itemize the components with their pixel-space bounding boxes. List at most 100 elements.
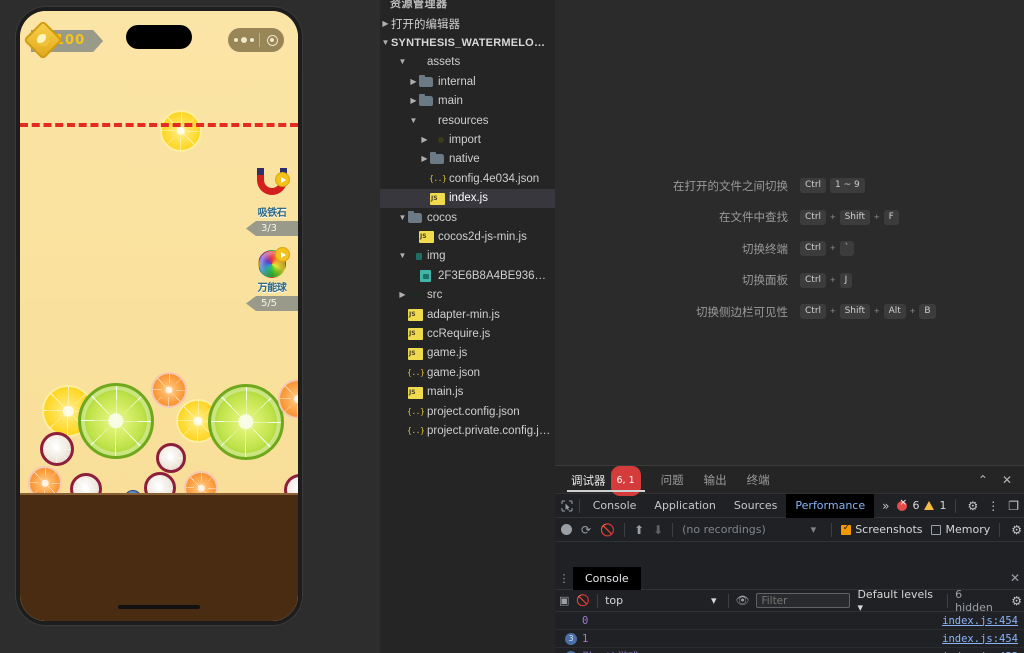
key-cap: Ctrl bbox=[800, 210, 826, 225]
console-message-row[interactable]: 0index.js:454 bbox=[555, 612, 1024, 630]
tree-item-config-4e034-json[interactable]: config.4e034.json bbox=[380, 169, 555, 188]
powerup-rainbow-ball[interactable]: 万能球 5/5 bbox=[246, 250, 298, 311]
record-button[interactable] bbox=[561, 524, 572, 535]
kebab-menu-icon[interactable]: ⋮ bbox=[985, 499, 1001, 513]
execution-context-select[interactable]: top ▾ bbox=[605, 594, 720, 607]
console-message-row[interactable]: 3引math游戏index.js:455 bbox=[555, 648, 1024, 653]
panel-tab-debugger[interactable]: 调试器6, 1 bbox=[561, 466, 651, 494]
console-filter-input[interactable] bbox=[756, 593, 850, 608]
key-cap: Shift bbox=[840, 210, 870, 225]
tree-item-img[interactable]: ▼img bbox=[380, 247, 555, 266]
tree-item-2f3e6b8a4be936870[interactable]: 2F3E6B8A4BE936870... bbox=[380, 266, 555, 285]
tree-item-assets[interactable]: ▼assets bbox=[380, 53, 555, 72]
more-tabs-icon[interactable]: » bbox=[874, 499, 897, 513]
checkbox-box bbox=[931, 525, 941, 535]
tab-performance[interactable]: Performance bbox=[786, 494, 874, 518]
console-sidebar-icon[interactable]: ▣ bbox=[559, 595, 569, 606]
devtools-panel: 调试器6, 1 问题 输出 终端 ⌃ ✕ Console Application… bbox=[555, 465, 1024, 653]
tab-application[interactable]: Application bbox=[645, 494, 724, 518]
explorer-header: 资源管理器 bbox=[380, 0, 555, 11]
img-icon bbox=[419, 269, 434, 283]
toolbar-divider bbox=[579, 499, 580, 513]
json-icon bbox=[408, 366, 423, 380]
tree-item-label: src bbox=[427, 289, 442, 301]
dock-icon[interactable]: ❐ bbox=[1006, 499, 1021, 513]
reload-and-record-icon[interactable]: ⟳ bbox=[581, 524, 591, 536]
powerup-rainbow-label: 万能球 bbox=[246, 279, 298, 294]
tree-item-import[interactable]: ▶import bbox=[380, 130, 555, 149]
key-cap: Ctrl bbox=[800, 304, 826, 319]
tree-item-game-js[interactable]: game.js bbox=[380, 344, 555, 363]
key-joiner: + bbox=[874, 212, 880, 223]
tab-console[interactable]: Console bbox=[584, 494, 646, 518]
js-icon bbox=[408, 328, 423, 340]
live-expression-icon[interactable]: 👁 bbox=[735, 595, 749, 606]
drawer-tab-console[interactable]: Console bbox=[573, 567, 641, 590]
panel-tab-terminal[interactable]: 终端 bbox=[737, 466, 780, 494]
toolbar-divider bbox=[947, 594, 948, 608]
tree-item-main[interactable]: ▶main bbox=[380, 92, 555, 111]
clear-icon[interactable]: 🚫 bbox=[600, 524, 615, 536]
tree-item-src[interactable]: ▶</>src bbox=[380, 285, 555, 304]
warning-count[interactable]: 1 bbox=[939, 499, 946, 512]
tree-item-project-config-json[interactable]: project.config.json bbox=[380, 402, 555, 421]
capsule-divider bbox=[259, 33, 260, 47]
panel-tab-output[interactable]: 输出 bbox=[694, 466, 737, 494]
error-count[interactable]: 6 bbox=[912, 499, 919, 512]
game-menu-capsule[interactable] bbox=[228, 28, 284, 52]
shortcut-row: 在文件中查找Ctrl+Shift+F bbox=[555, 202, 1024, 234]
more-dots-icon[interactable] bbox=[228, 37, 259, 43]
tree-item-resources[interactable]: ▼resources bbox=[380, 111, 555, 130]
tree-item-label: game.js bbox=[427, 347, 467, 359]
fruit-mango bbox=[156, 443, 186, 473]
gear-icon[interactable]: ⚙ bbox=[965, 499, 980, 513]
console-settings-icon[interactable]: ⚙ bbox=[1009, 594, 1024, 608]
toolbar-divider bbox=[999, 523, 1000, 537]
memory-checkbox[interactable]: Memory bbox=[931, 523, 990, 536]
inspect-element-icon[interactable] bbox=[559, 497, 575, 515]
console-message-source[interactable]: index.js:454 bbox=[942, 633, 1024, 645]
tree-item-main-js[interactable]: main.js bbox=[380, 382, 555, 401]
shortcut-keys: Ctrl+J bbox=[800, 273, 852, 288]
record-circle-icon[interactable] bbox=[260, 35, 284, 46]
chevron-down-icon: ▼ bbox=[397, 214, 408, 222]
tree-item-cocos[interactable]: ▼cocos bbox=[380, 208, 555, 227]
powerup-magnet[interactable]: 吸铁石 3/3 bbox=[246, 175, 298, 236]
folder-yellow-icon bbox=[430, 133, 445, 147]
json-icon bbox=[430, 172, 445, 186]
tree-section-project-root[interactable]: ▼ SYNTHESIS_WATERMELON-MAIN bbox=[380, 33, 555, 52]
recordings-select[interactable]: (no recordings) ▾ bbox=[682, 523, 822, 536]
phone-screen[interactable]: 100 吸铁石 3/3 bbox=[20, 11, 298, 621]
tree-item-label: main.js bbox=[427, 386, 463, 398]
drawer-close-icon[interactable]: ✕ bbox=[1010, 571, 1024, 585]
chevron-up-icon[interactable]: ⌃ bbox=[978, 474, 988, 486]
panel-tab-problems[interactable]: 问题 bbox=[651, 466, 694, 494]
log-levels-select[interactable]: Default levels ▾ bbox=[857, 588, 940, 614]
chevron-down-icon: ▼ bbox=[408, 117, 419, 125]
tree-item-index-js[interactable]: index.js bbox=[380, 189, 555, 208]
drawer-tab-strip: ⋮ Console ✕ bbox=[555, 567, 1024, 590]
tree-item-cocos2d-js-min-js[interactable]: cocos2d-js-min.js bbox=[380, 227, 555, 246]
screenshots-checkbox[interactable]: Screenshots bbox=[841, 523, 922, 536]
close-icon[interactable]: ✕ bbox=[1002, 474, 1012, 486]
tab-sources[interactable]: Sources bbox=[725, 494, 787, 518]
tree-item-project-private-config-js[interactable]: project.private.config.js... bbox=[380, 421, 555, 440]
shortcut-keys: Ctrl+Shift+Alt+B bbox=[800, 304, 936, 319]
chevron-right-icon: ▶ bbox=[408, 97, 419, 105]
fruit-core bbox=[157, 485, 163, 491]
tree-item-adapter-min-js[interactable]: adapter-min.js bbox=[380, 305, 555, 324]
clear-console-icon[interactable]: 🚫 bbox=[576, 595, 590, 606]
capture-settings-icon[interactable]: ⚙ bbox=[1009, 523, 1024, 537]
tree-item-native[interactable]: ▶native bbox=[380, 150, 555, 169]
chevron-right-icon: ▶ bbox=[419, 136, 430, 144]
console-message-source[interactable]: index.js:454 bbox=[942, 615, 1024, 627]
tree-section-open-editors[interactable]: ▶ 打开的编辑器 bbox=[380, 14, 555, 33]
upload-profile-icon[interactable]: ⬆ bbox=[634, 524, 644, 536]
folder-icon bbox=[408, 211, 423, 225]
tree-item-ccrequire-js[interactable]: ccRequire.js bbox=[380, 324, 555, 343]
key-cap: Alt bbox=[884, 304, 906, 319]
drawer-menu-icon[interactable]: ⋮ bbox=[555, 573, 573, 584]
tree-item-internal[interactable]: ▶internal bbox=[380, 72, 555, 91]
console-message-row[interactable]: 31index.js:454 bbox=[555, 630, 1024, 648]
tree-item-game-json[interactable]: game.json bbox=[380, 363, 555, 382]
